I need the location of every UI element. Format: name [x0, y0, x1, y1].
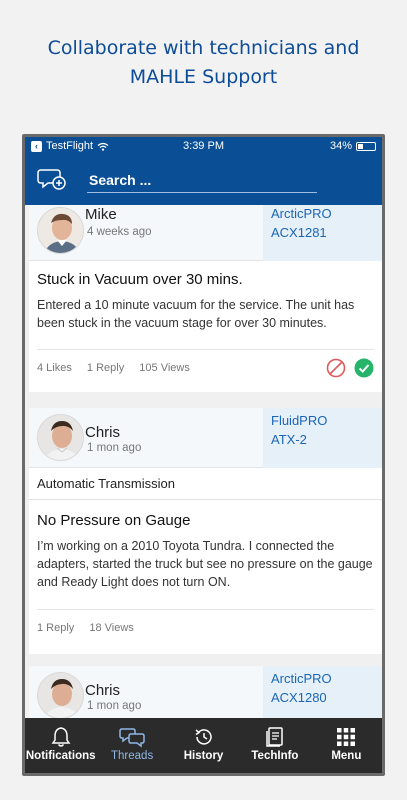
thread-stats: 1 Reply 18 Views — [37, 609, 374, 645]
bottom-tab-bar: Notifications Threads History TechInfo M… — [25, 718, 382, 773]
thread-card[interactable]: Mike 4 weeks ago ArcticPRO ACX1281 Stuck… — [29, 205, 382, 392]
history-icon — [195, 729, 212, 745]
tab-notifications[interactable]: Notifications — [25, 718, 96, 773]
device-info: FluidPRO ATX-2 — [263, 408, 382, 468]
battery-percent: 34% — [329, 140, 352, 152]
thread-header: Chris 1 mon ago FluidPRO ATX-2 — [29, 408, 382, 468]
thread-body: Entered a 10 minute vacuum for the servi… — [37, 298, 355, 330]
promo-headline: Collaborate with technicians and MAHLE S… — [0, 34, 407, 92]
tab-label: Menu — [331, 750, 362, 762]
replies-count: 1 Reply — [86, 362, 125, 374]
status-time: 3:39 PM — [183, 140, 224, 152]
phone-frame: ‹ TestFlight 3:39 PM 34% Search ... Mike… — [22, 134, 385, 776]
tab-label: History — [183, 750, 224, 762]
grid-icon — [337, 728, 356, 746]
app-header — [25, 155, 382, 205]
tab-label: Notifications — [25, 750, 96, 762]
thread-title[interactable]: Stuck in Vacuum over 30 mins. — [29, 261, 382, 292]
promo-line-1: Collaborate with technicians and — [47, 37, 360, 59]
post-age: 1 mon ago — [87, 700, 142, 712]
device-model: ArcticPRO — [271, 206, 332, 221]
search-input[interactable] — [87, 167, 317, 193]
battery-icon — [356, 141, 376, 151]
status-bar: ‹ TestFlight 3:39 PM 34% — [25, 137, 382, 155]
likes-count: 4 Likes — [37, 362, 72, 374]
replies-count: 1 Reply — [37, 622, 75, 634]
device-info: ArcticPRO ACX1280 — [263, 666, 382, 718]
tab-menu[interactable]: Menu — [311, 718, 382, 773]
thread-category: Automatic Transmission — [29, 468, 382, 500]
views-count: 18 Views — [89, 622, 134, 634]
accept-icon[interactable] — [354, 358, 374, 378]
avatar — [37, 207, 84, 254]
views-count: 105 Views — [139, 362, 190, 374]
tab-threads[interactable]: Threads — [96, 718, 167, 773]
avatar — [37, 414, 84, 461]
device-serial: ATX-2 — [271, 432, 307, 447]
thread-card[interactable]: Chris 1 mon ago ArcticPRO ACX1280 — [29, 666, 382, 718]
thread-header: Mike 4 weeks ago ArcticPRO ACX1281 — [29, 205, 382, 261]
tab-techinfo[interactable]: TechInfo — [239, 718, 310, 773]
status-right: 34% — [330, 137, 376, 155]
device-model: FluidPRO — [271, 413, 328, 428]
bell-icon — [51, 727, 71, 747]
thread-header: Chris 1 mon ago ArcticPRO ACX1280 — [29, 666, 382, 718]
avatar — [37, 672, 84, 718]
chat-bubbles-icon — [119, 728, 145, 748]
thread-list[interactable]: Mike 4 weeks ago ArcticPRO ACX1281 Stuck… — [25, 205, 382, 718]
device-model: ArcticPRO — [271, 671, 332, 686]
device-serial: ACX1280 — [271, 690, 327, 705]
author-name[interactable]: Mike — [85, 206, 117, 223]
new-thread-icon[interactable] — [37, 166, 67, 192]
author-name[interactable]: Chris — [85, 682, 120, 699]
reject-icon[interactable] — [326, 358, 346, 378]
promo-line-2: MAHLE Support — [129, 66, 278, 88]
thread-card[interactable]: Chris 1 mon ago FluidPRO ATX-2 Automatic… — [29, 408, 382, 654]
post-age: 1 mon ago — [87, 442, 142, 454]
author-name[interactable]: Chris — [85, 424, 120, 441]
device-info: ArcticPRO ACX1281 — [263, 205, 382, 261]
thread-stats: 4 Likes 1 Reply 105 Views — [37, 349, 374, 385]
post-age: 4 weeks ago — [87, 226, 152, 238]
tab-label: TechInfo — [251, 750, 299, 762]
thread-title[interactable]: No Pressure on Gauge — [29, 500, 382, 533]
book-icon — [266, 727, 283, 747]
thread-body: I’m working on a 2010 Toyota Tundra. I c… — [37, 539, 373, 589]
tab-history[interactable]: History — [168, 718, 239, 773]
app-screen: ‹ TestFlight 3:39 PM 34% Search ... Mike… — [25, 137, 382, 773]
thread-actions — [326, 358, 374, 378]
tab-label: Threads — [111, 750, 154, 762]
device-serial: ACX1281 — [271, 225, 327, 240]
